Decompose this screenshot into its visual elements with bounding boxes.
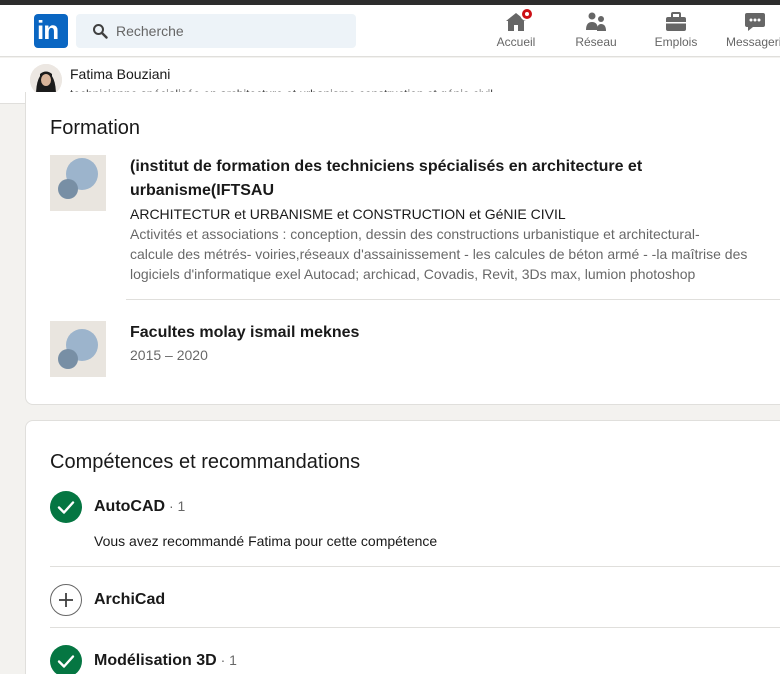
activities-line: logiciels d'informatique exel Autocad; a…	[130, 266, 696, 282]
messaging-icon	[743, 10, 767, 34]
nav-label: Messagerie	[726, 35, 780, 49]
education-school-name[interactable]: (institut de formation des techniciens s…	[130, 155, 642, 203]
global-nav: in Accueil Réseau	[0, 5, 780, 57]
notification-badge	[520, 7, 534, 21]
section-title: Formation	[50, 117, 141, 139]
activities-line: calcule des métrés- voiries,réseaux d'as…	[130, 246, 748, 262]
nav-label: Emplois	[654, 35, 698, 49]
education-degree: ARCHITECTUR et URBANISME et CONSTRUCTION…	[130, 206, 566, 222]
school-logo-icon[interactable]	[50, 155, 106, 211]
education-school-name[interactable]: Facultes molay ismail meknes	[130, 321, 359, 345]
network-icon	[584, 10, 608, 34]
skill-label: Modélisation 3D	[94, 652, 217, 669]
nav-item-reseau[interactable]: Réseau	[572, 10, 620, 56]
education-dates: 2015 – 2020	[130, 347, 208, 363]
nav-label: Réseau	[575, 35, 617, 49]
skill-label: ArchiCad	[94, 591, 166, 608]
search-input[interactable]	[116, 14, 346, 48]
jobs-icon	[664, 10, 688, 34]
skill-name[interactable]: AutoCAD · 1	[94, 498, 185, 516]
skill-name[interactable]: Modélisation 3D · 1	[94, 652, 237, 670]
formation-section: Formation (institut de formation des tec…	[25, 92, 780, 405]
search-icon	[93, 24, 108, 39]
search-bar[interactable]	[76, 14, 356, 48]
endorsed-check-icon[interactable]	[50, 491, 82, 523]
skills-section: Compétences et recommandations AutoCAD ·…	[25, 420, 780, 674]
nav-label: Accueil	[496, 35, 536, 49]
skill-name[interactable]: ArchiCad	[94, 591, 165, 609]
education-activities: Activités et associations : conception, …	[130, 224, 747, 284]
divider	[126, 299, 780, 300]
school-name-line: urbanisme(IFTSAU	[130, 182, 275, 199]
home-icon	[504, 7, 534, 34]
skill-label: AutoCAD	[94, 498, 166, 515]
divider	[50, 627, 780, 628]
nav-item-emplois[interactable]: Emplois	[652, 10, 700, 56]
profile-name: Fatima Bouziani	[70, 66, 171, 82]
activities-line: Activités et associations : conception, …	[130, 226, 700, 242]
linkedin-logo-icon[interactable]: in	[34, 14, 68, 48]
section-title: Compétences et recommandations	[50, 451, 361, 473]
divider	[50, 566, 780, 567]
endorsement-count: · 1	[165, 498, 186, 514]
add-endorsement-plus-icon[interactable]	[50, 584, 82, 616]
school-name-line: (institut de formation des techniciens s…	[130, 158, 643, 175]
nav-item-accueil[interactable]: Accueil	[492, 7, 540, 56]
endorsement-count: · 1	[216, 652, 237, 668]
endorsement-note: Vous avez recommandé Fatima pour cette c…	[94, 533, 438, 549]
school-logo-icon[interactable]	[50, 321, 106, 377]
nav-item-messagerie[interactable]: Messagerie	[724, 10, 780, 56]
endorsed-check-icon[interactable]	[50, 645, 82, 674]
